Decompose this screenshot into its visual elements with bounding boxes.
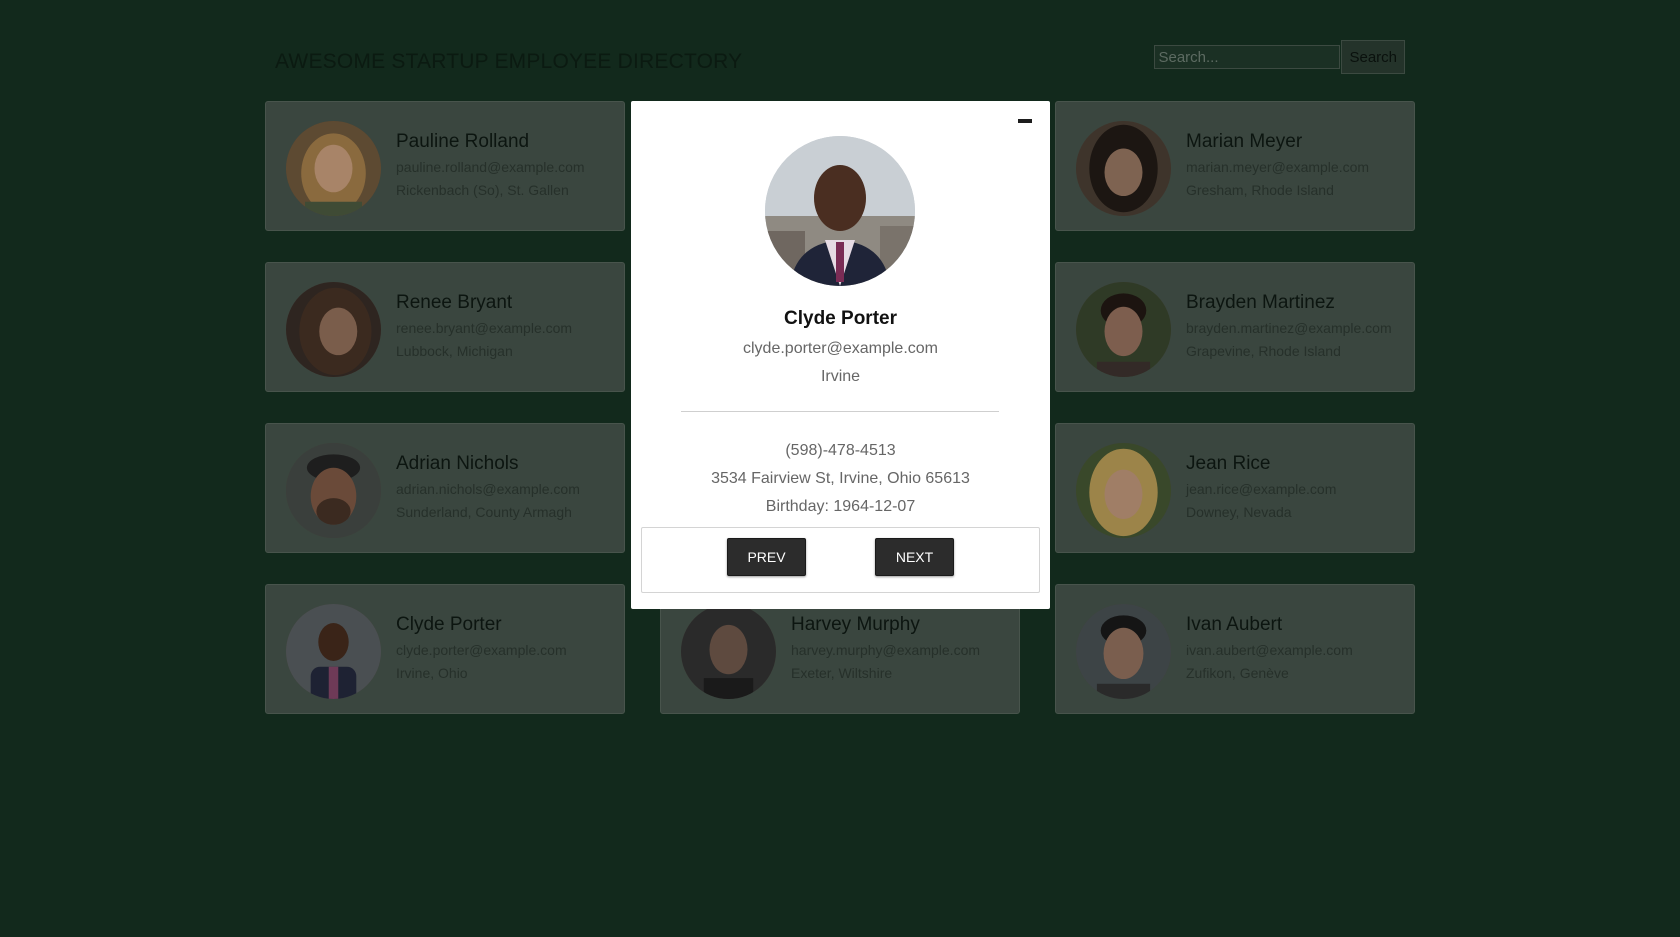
search-input[interactable] [1154,45,1341,69]
employee-name: Brayden Martinez [1186,292,1335,313]
avatar [286,443,381,538]
employee-email: adrian.nichols@example.com [396,481,580,497]
avatar [1076,282,1171,377]
modal-avatar [765,136,915,286]
employee-location: Downey, Nevada [1186,504,1292,520]
employee-location: Exeter, Wiltshire [791,665,893,681]
employee-name: Ivan Aubert [1186,614,1283,635]
employee-name: Pauline Rolland [396,131,530,152]
avatar [286,604,381,699]
avatar [286,282,381,377]
employee-card[interactable]: Renee Bryant renee.bryant@example.com Lu… [265,262,625,392]
minus-close-icon[interactable] [1018,116,1034,126]
avatar [1076,443,1171,538]
prev-button[interactable]: PREV [727,538,806,576]
employee-card[interactable]: Clyde Porter clyde.porter@example.com Ir… [265,584,625,714]
employee-email: harvey.murphy@example.com [791,642,981,658]
employee-card[interactable]: Pauline Rolland pauline.rolland@example.… [265,101,625,231]
modal-birthday: Birthday: 1964-12-07 [765,498,916,515]
employee-email: pauline.rolland@example.com [396,159,585,175]
employee-email: marian.meyer@example.com [1186,159,1370,175]
employee-email: renee.bryant@example.com [396,320,573,336]
employee-card[interactable]: Brayden Martinez brayden.martinez@exampl… [1055,262,1415,392]
employee-email: clyde.porter@example.com [396,642,567,658]
search-container: Search [1154,40,1405,74]
employee-name: Adrian Nichols [396,453,519,474]
page: AWESOME STARTUP EMPLOYEE DIRECTORY Searc… [0,0,1680,937]
employee-location: Irvine, Ohio [396,665,468,681]
employee-name: Clyde Porter [396,614,502,635]
modal-nav: PREV NEXT [641,527,1040,593]
modal-city: Irvine [820,368,861,385]
employee-card[interactable]: Marian Meyer marian.meyer@example.com Gr… [1055,101,1415,231]
employee-email: ivan.aubert@example.com [1186,642,1353,658]
divider [681,411,999,412]
modal-email: clyde.porter@example.com [743,340,938,357]
next-button[interactable]: NEXT [875,538,954,576]
modal-address: 3534 Fairview St, Irvine, Ohio 65613 [711,470,970,487]
modal-name: Clyde Porter [784,308,897,329]
avatar [681,604,776,699]
employee-location: Grapevine, Rhode Island [1186,343,1341,359]
page-title: AWESOME STARTUP EMPLOYEE DIRECTORY [275,50,743,73]
employee-location: Zufikon, Genève [1186,665,1289,681]
avatar [286,121,381,216]
employee-location: Sunderland, County Armagh [396,504,572,520]
employee-name: Harvey Murphy [791,614,920,635]
employee-name: Renee Bryant [396,292,513,313]
employee-name: Marian Meyer [1186,131,1303,152]
avatar [1076,121,1171,216]
employee-location: Rickenbach (So), St. Gallen [396,182,569,198]
employee-email: jean.rice@example.com [1186,481,1337,497]
employee-name: Jean Rice [1186,453,1271,474]
employee-modal: Clyde Porter clyde.porter@example.com Ir… [631,101,1050,609]
header: AWESOME STARTUP EMPLOYEE DIRECTORY Searc… [275,40,1405,84]
employee-card[interactable]: Adrian Nichols adrian.nichols@example.co… [265,423,625,553]
employee-email: brayden.martinez@example.com [1186,320,1392,336]
modal-phone: (598)-478-4513 [785,442,896,459]
avatar [1076,604,1171,699]
search-button[interactable]: Search [1341,40,1405,74]
employee-card[interactable]: Jean Rice jean.rice@example.com Downey, … [1055,423,1415,553]
employee-card[interactable]: Ivan Aubert ivan.aubert@example.com Zufi… [1055,584,1415,714]
employee-location: Gresham, Rhode Island [1186,182,1334,198]
employee-location: Lubbock, Michigan [396,343,513,359]
